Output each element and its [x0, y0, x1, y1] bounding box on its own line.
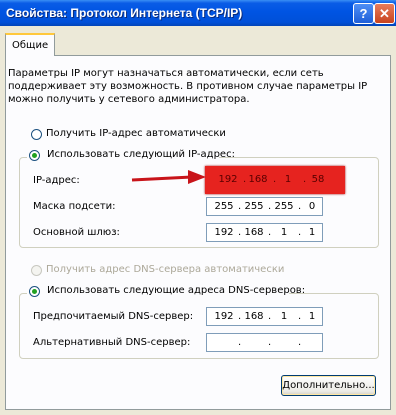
ip-auto-label[interactable]: Получить IP-адрес автоматически [46, 128, 226, 139]
dns1-octet-3: 1 [280, 311, 288, 322]
ip-auto-radio[interactable] [31, 129, 42, 140]
ip-address-input[interactable]: 192 . 168 . 1 . 58 [216, 171, 333, 190]
subnet-mask-label: Маска подсети: [33, 201, 116, 212]
ip-dot: . [238, 337, 242, 348]
ip-octet-4: 58 [311, 174, 325, 185]
gw-octet-1: 192 [214, 227, 234, 238]
mask-octet-4: 0 [308, 201, 316, 212]
gateway-input[interactable]: 192 . 168 . 1 . 1 [206, 223, 323, 242]
ip-dot: . [273, 174, 277, 185]
close-icon: ✕ [379, 6, 390, 21]
ip-dot: . [268, 201, 272, 212]
advanced-button[interactable]: Дополнительно... [281, 375, 376, 396]
ip-dot: . [238, 227, 242, 238]
tab-general[interactable]: Общие [5, 33, 55, 56]
dns1-octet-1: 192 [214, 311, 234, 322]
ip-manual-caption: Использовать следующий IP-адрес: [27, 149, 235, 163]
ip-dot: . [268, 337, 272, 348]
ip-octet-3: 1 [284, 174, 292, 185]
dns-manual-radio[interactable] [29, 286, 40, 297]
ip-manual-radio[interactable] [29, 150, 40, 161]
ip-dot: . [303, 174, 307, 185]
dns-auto-label[interactable]: Получить адрес DNS-сервера автоматически [46, 264, 284, 275]
close-button[interactable]: ✕ [374, 3, 395, 24]
gw-octet-4: 1 [308, 227, 316, 238]
dns-manual-caption: Использовать следующие адреса DNS-сервер… [27, 285, 305, 299]
intro-text: Параметры IP могут назначаться автоматич… [8, 68, 368, 105]
ip-dot: . [238, 311, 242, 322]
gw-octet-3: 1 [280, 227, 288, 238]
dns-auto-radio[interactable] [31, 265, 42, 276]
subnet-mask-input[interactable]: 255 . 255 . 255 . 0 [206, 197, 323, 216]
alternate-dns-label: Альтернативный DNS-сервер: [33, 337, 191, 348]
ip-dot: . [298, 337, 302, 348]
ip-dot: . [243, 174, 247, 185]
gateway-label: Основной шлюз: [33, 227, 120, 238]
mask-octet-3: 255 [274, 201, 294, 212]
red-arrow-icon [131, 170, 206, 184]
ip-octet-2: 168 [248, 174, 268, 185]
ip-manual-label[interactable]: Использовать следующий IP-адрес: [47, 149, 235, 160]
mask-octet-1: 255 [214, 201, 234, 212]
ip-octet-1: 192 [218, 174, 238, 185]
dns-group [19, 293, 379, 359]
window-title: Свойства: Протокол Интернета (TCP/IP) [6, 6, 243, 20]
ip-dot: . [238, 201, 242, 212]
dns-manual-label[interactable]: Использовать следующие адреса DNS-сервер… [47, 285, 305, 296]
tab-general-label: Общие [12, 40, 49, 51]
gw-octet-2: 168 [244, 227, 264, 238]
ip-dot: . [268, 311, 272, 322]
dns1-octet-2: 168 [244, 311, 264, 322]
mask-octet-2: 255 [244, 201, 264, 212]
preferred-dns-label: Предпочитаемый DNS-сервер: [33, 311, 194, 322]
preferred-dns-input[interactable]: 192 . 168 . 1 . 1 [206, 307, 323, 326]
alternate-dns-input[interactable]: . . . [206, 333, 323, 352]
ip-address-label: IP-адрес: [33, 175, 80, 186]
help-button[interactable]: ? [353, 3, 374, 24]
dns1-octet-4: 1 [308, 311, 316, 322]
ip-dot: . [268, 227, 272, 238]
